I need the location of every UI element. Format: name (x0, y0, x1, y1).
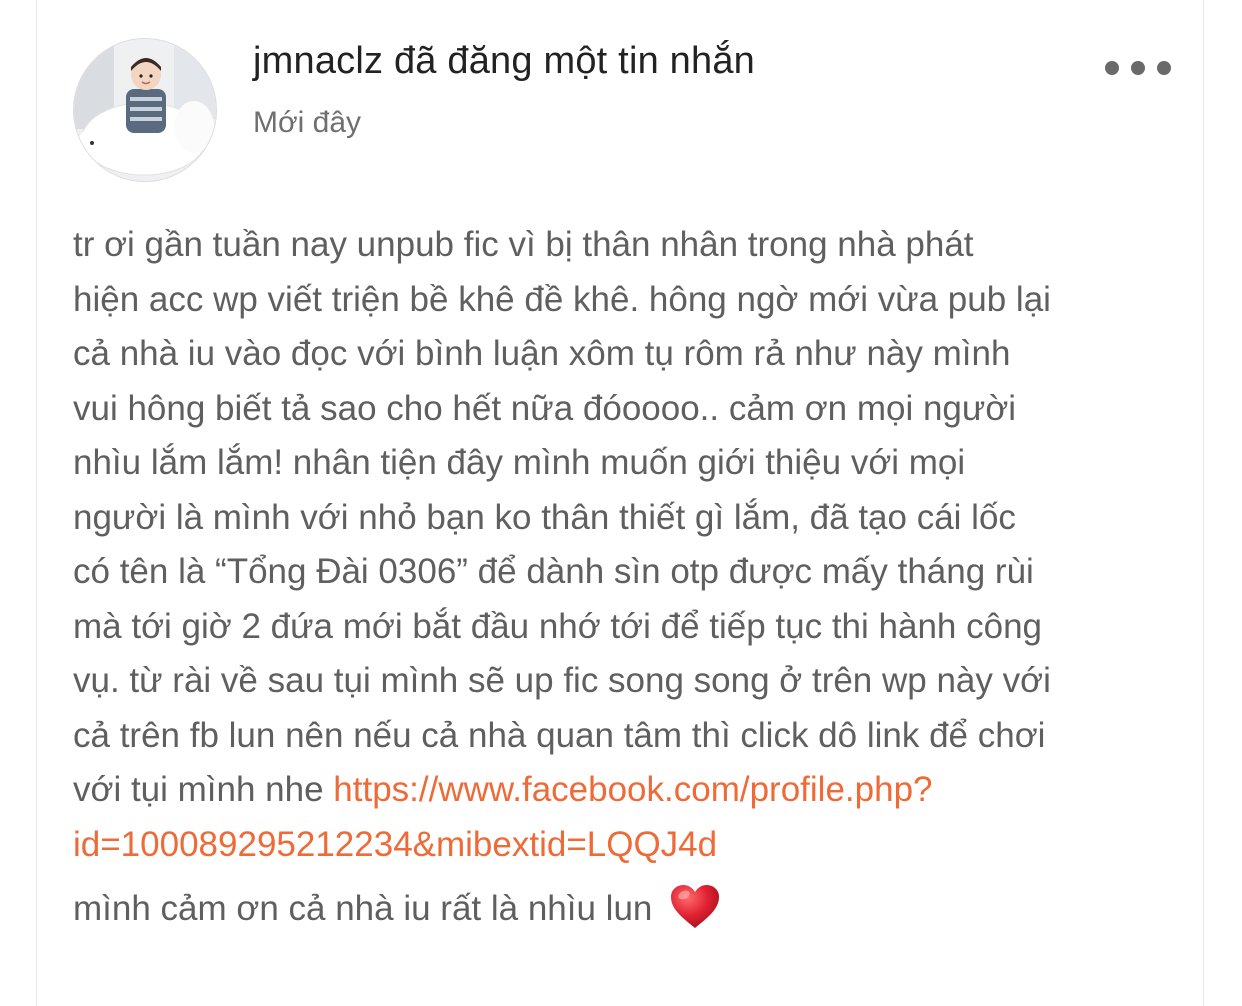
more-dot (1105, 61, 1119, 75)
message-line: vui hông biết tả sao cho hết nữa đóoooo.… (73, 388, 1017, 428)
closing-text: mình cảm ơn cả nhà iu rất là nhìu lun (73, 889, 653, 928)
facebook-profile-link[interactable]: https://www.facebook.com/profile.php? (333, 770, 932, 809)
more-dot (1131, 61, 1145, 75)
more-horizontal-icon[interactable] (1105, 54, 1171, 82)
message-line: mà tới giờ 2 đứa mới bắt đầu nhớ tới để … (73, 606, 1042, 646)
user-avatar[interactable] (73, 38, 217, 182)
message-line: nhìu lắm lắm! nhân tiện đây mình muốn gi… (73, 443, 966, 482)
message-card: jmnaclz đã đăng một tin nhắn Mới đây tr … (36, 0, 1204, 1006)
message-line: hiện acc wp viết triện bề khê đề khê. hô… (73, 279, 1051, 319)
post-header: jmnaclz đã đăng một tin nhắn Mới đây (37, 0, 1203, 200)
message-line-link-continued: id=100089295212234&mibextid=LQQJ4d (73, 818, 1173, 873)
message-line: có tên là “Tổng Đài 0306” để dành sìn ot… (73, 552, 1034, 591)
message-line: người là mình với nhỏ bạn ko thân thiết … (73, 497, 1016, 537)
avatar-image (74, 39, 216, 181)
message-line: vụ. từ rài về sau tụi mình sẽ up fic son… (73, 661, 1051, 700)
message-line: cả trên fb lun nên nếu cả nhà quan tâm t… (73, 715, 1046, 755)
message-line: tr ơi gần tuần nay unpub fic vì bị thân … (73, 225, 974, 264)
post-timestamp: Mới đây (253, 106, 362, 139)
message-line-with-link: với tụi mình nhe https://www.facebook.co… (73, 763, 1173, 818)
more-dot (1157, 61, 1171, 75)
closing-line: mình cảm ơn cả nhà iu rất là nhìu lun (73, 882, 720, 936)
link-prefix-text: với tụi mình nhe (73, 770, 334, 809)
heart-emoji (670, 884, 720, 930)
post-title: jmnaclz đã đăng một tin nhắn (253, 40, 756, 82)
facebook-profile-link-continued[interactable]: id=100089295212234&mibextid=LQQJ4d (73, 825, 717, 864)
message-line: cả nhà iu vào đọc với bình luận xôm tụ r… (73, 334, 1011, 373)
message-body: tr ơi gần tuần nay unpub fic vì bị thân … (73, 218, 1173, 872)
